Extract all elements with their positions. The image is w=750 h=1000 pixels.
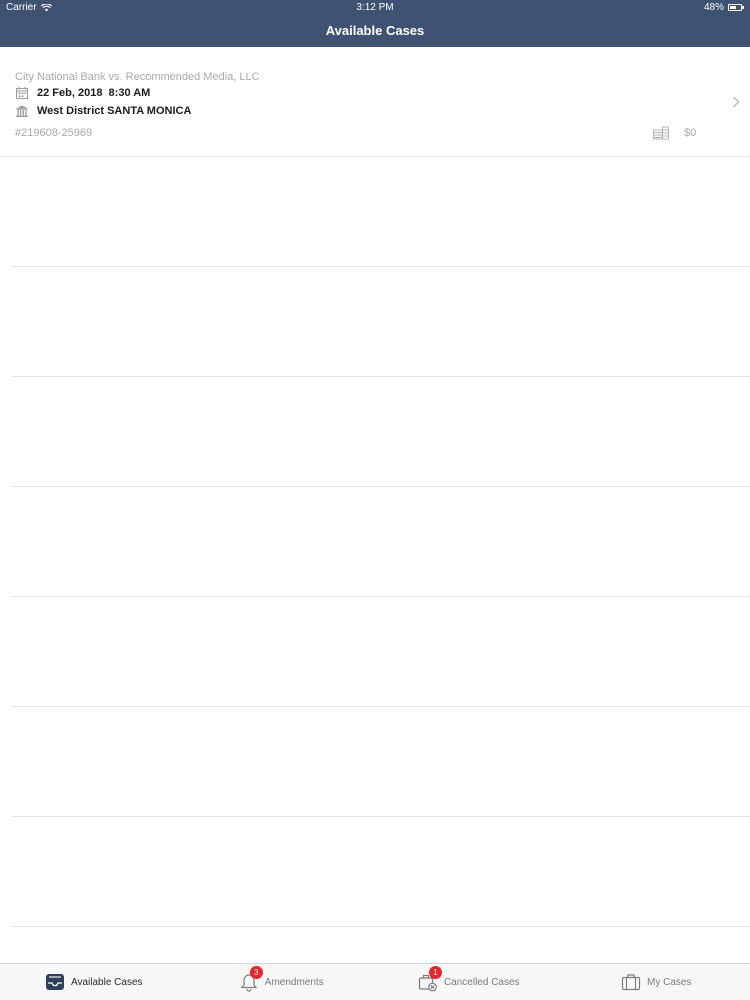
header: Carrier 3:12 PM 48% Available Cases <box>0 0 750 47</box>
tab-available-cases[interactable]: Available Cases <box>0 964 188 1000</box>
inbox-icon <box>45 972 65 992</box>
chevron-right-icon <box>733 96 740 108</box>
bell-icon: 3 <box>239 966 263 992</box>
empty-row <box>12 487 750 597</box>
tab-bar: Available Cases 3 Amendments 1 Cancelled… <box>0 963 750 1000</box>
status-battery: 48% <box>703 2 744 13</box>
case-date-line: 22 Feb, 2018 8:30 AM <box>15 86 150 100</box>
battery-level <box>730 6 736 9</box>
case-amount: $0 <box>684 127 697 139</box>
case-number: #219608-25969 <box>15 127 93 139</box>
amendments-badge: 3 <box>249 966 263 979</box>
tab-label: Cancelled Cases <box>443 976 520 988</box>
case-location-line: West District SANTA MONICA <box>15 104 191 118</box>
calendar-icon <box>15 86 29 100</box>
cancelled-badge: 1 <box>428 966 442 979</box>
tab-cancelled-cases[interactable]: 1 Cancelled Cases <box>375 964 563 1000</box>
money-icon <box>653 126 669 140</box>
case-location: West District SANTA MONICA <box>37 105 192 117</box>
empty-row <box>12 377 750 487</box>
case-list: City National Bank vs. Recommended Media… <box>0 47 750 927</box>
case-row[interactable]: City National Bank vs. Recommended Media… <box>0 47 750 157</box>
tab-amendments[interactable]: 3 Amendments <box>188 964 376 1000</box>
page-title: Available Cases <box>325 23 425 38</box>
case-date: 22 Feb, 2018 8:30 AM <box>37 87 151 99</box>
case-title: City National Bank vs. Recommended Media… <box>15 71 260 83</box>
tab-my-cases[interactable]: My Cases <box>563 964 750 1000</box>
tab-label: Amendments <box>264 976 324 988</box>
app: Carrier 3:12 PM 48% Available Cases City… <box>0 0 750 1000</box>
courthouse-icon <box>15 104 29 118</box>
briefcase-icon <box>621 972 641 992</box>
empty-row <box>12 157 750 267</box>
battery-percent: 48% <box>703 2 724 13</box>
tab-label: My Cases <box>647 976 692 988</box>
empty-row <box>12 267 750 377</box>
status-time: 3:12 PM <box>356 2 394 13</box>
status-bar: Carrier 3:12 PM 48% <box>0 0 750 16</box>
empty-row <box>12 817 750 927</box>
battery-icon <box>728 4 744 11</box>
empty-row <box>12 597 750 707</box>
cancelled-cases-icon: 1 <box>418 966 442 992</box>
empty-row <box>12 707 750 817</box>
tab-label: Available Cases <box>70 976 143 988</box>
